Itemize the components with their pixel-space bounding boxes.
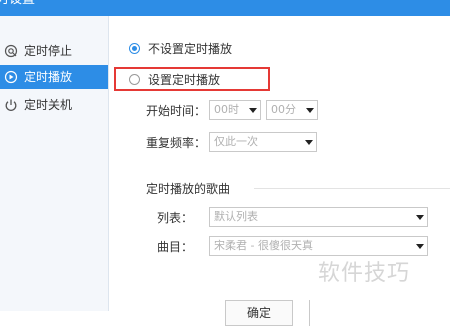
ok-button[interactable]: 确定 <box>225 300 293 326</box>
window-title: 时设置 <box>0 0 35 8</box>
sidebar-item-label: 定时播放 <box>24 70 73 84</box>
list-label: 列表： <box>157 211 194 225</box>
hour-select[interactable]: 00时 <box>209 100 261 120</box>
sidebar-item-label: 定时关机 <box>24 98 73 112</box>
watermark-text: 软件技巧 <box>318 261 411 286</box>
section-divider <box>254 188 450 189</box>
radio-no-schedule[interactable]: 不设置定时播放 <box>129 38 232 58</box>
radio-checked-icon <box>129 42 140 54</box>
songs-section-title: 定时播放的歌曲 <box>146 182 231 196</box>
song-select[interactable]: 宋柔君 - 很傻很天真 <box>209 236 428 256</box>
repeat-label: 重复频率： <box>146 136 207 150</box>
title-bar: 时设置 <box>0 0 450 16</box>
radio-set-schedule-label: 设置定时播放 <box>148 72 221 87</box>
power-icon <box>4 98 18 112</box>
sidebar-item-timer-play[interactable]: 定时播放 <box>0 65 108 89</box>
chevron-down-icon <box>249 108 257 113</box>
chevron-down-icon <box>416 215 424 220</box>
start-time-label: 开始时间： <box>146 104 207 118</box>
radio-set-schedule[interactable]: 设置定时播放 <box>129 69 220 89</box>
playlist-select[interactable]: 默认列表 <box>209 207 428 227</box>
song-value: 宋柔君 - 很傻很天真 <box>214 239 313 252</box>
minute-select[interactable]: 00分 <box>266 100 318 120</box>
timer-stop-icon <box>4 44 18 58</box>
repeat-value: 仅此一次 <box>214 135 258 148</box>
timer-play-icon <box>4 70 18 84</box>
cancel-button-edge[interactable] <box>309 300 313 326</box>
hour-value: 00时 <box>214 103 239 116</box>
sidebar-item-shutdown[interactable]: 定时关机 <box>0 93 108 117</box>
minute-value: 00分 <box>271 103 296 116</box>
song-label: 曲目： <box>157 240 194 254</box>
sidebar: 定时停止 定时播放 定时关机 <box>0 16 109 311</box>
repeat-select[interactable]: 仅此一次 <box>209 132 317 152</box>
chevron-down-icon <box>306 108 314 113</box>
playlist-value: 默认列表 <box>214 210 258 223</box>
chevron-down-icon <box>305 140 313 145</box>
radio-no-schedule-label: 不设置定时播放 <box>148 41 233 56</box>
radio-unchecked-icon <box>129 73 140 85</box>
chevron-down-icon <box>416 244 424 249</box>
sidebar-item-timer-stop[interactable]: 定时停止 <box>0 39 108 63</box>
sidebar-item-label: 定时停止 <box>24 44 73 58</box>
